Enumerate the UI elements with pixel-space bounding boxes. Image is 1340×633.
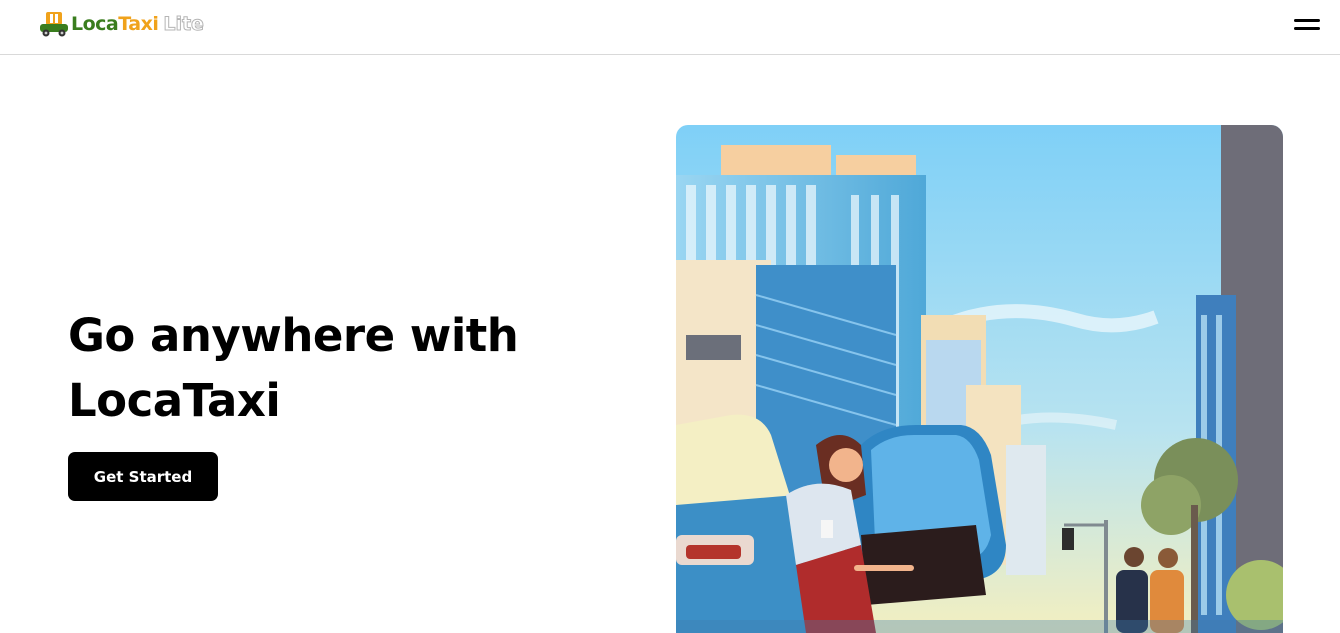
- top-navbar: LocaTaxi Lite: [0, 0, 1340, 55]
- brand-taxi-text: Taxi: [118, 13, 159, 35]
- brand-lite-text: Lite: [163, 13, 205, 36]
- hamburger-menu-icon[interactable]: [1292, 15, 1322, 35]
- menu-line: [1294, 19, 1320, 22]
- taxi-car-icon: [40, 12, 68, 37]
- get-started-button[interactable]: Get Started: [68, 452, 218, 501]
- hero-title: Go anywhere with LocaTaxi: [68, 309, 519, 427]
- menu-line: [1294, 27, 1320, 30]
- brand-name: LocaTaxi: [71, 13, 159, 35]
- brand-logo-link[interactable]: LocaTaxi Lite: [38, 9, 204, 39]
- city-street-taxi-illustration: [676, 125, 1283, 633]
- brand-loca-text: Loca: [71, 13, 119, 35]
